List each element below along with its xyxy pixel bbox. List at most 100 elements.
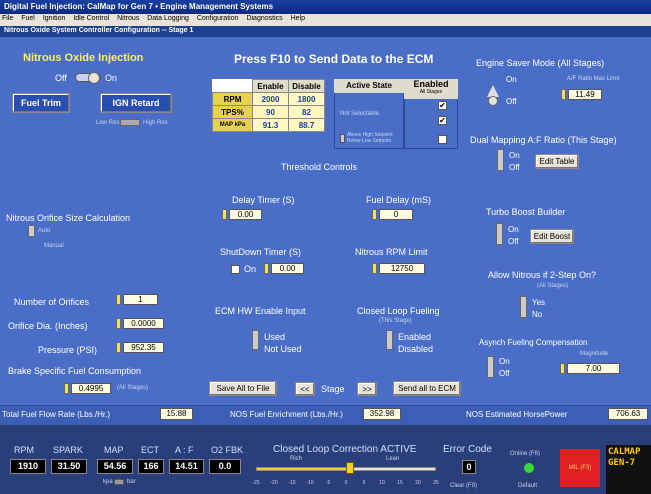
rpm-limit-field[interactable]: 12750 — [379, 263, 425, 274]
ecm-hw-used-label: Used — [264, 332, 286, 342]
scale-tick-label: -20 — [270, 480, 278, 486]
closed-loop-switch[interactable] — [386, 330, 393, 350]
gauge-af-value: 14.51 — [169, 459, 204, 474]
bar-label: bar — [127, 479, 136, 485]
auto-manual-switch[interactable] — [28, 225, 35, 237]
nos-hp-label: NOS Estimated HorsePower — [466, 410, 568, 419]
calmap-logo: CALMAP GEN-7 — [606, 445, 651, 494]
shutdown-spinner[interactable] — [264, 263, 269, 274]
kpa-label: kpa — [103, 479, 113, 485]
magnitude-label: Magnitude — [580, 351, 609, 357]
dual-map-switch[interactable] — [497, 149, 504, 171]
orifice-dia-spinner[interactable] — [116, 318, 121, 329]
two-step-switch[interactable] — [520, 296, 527, 318]
turbo-boost-switch[interactable] — [496, 223, 503, 245]
auto-label: Auto — [38, 228, 51, 234]
menu-diagnostics[interactable]: Diagnostics — [246, 15, 282, 22]
orifice-dia-field[interactable]: 0.0000 — [123, 318, 164, 329]
fuel-delay-spinner[interactable] — [372, 209, 377, 220]
rpm-disable-cell[interactable]: 1800 — [288, 92, 325, 106]
correction-fill — [257, 468, 350, 470]
next-stage-button[interactable]: >> — [357, 382, 377, 396]
default-button[interactable]: Default — [518, 483, 537, 489]
asynch-title: Asynch Fueling Compensation — [479, 338, 588, 347]
tps-enabled-checkbox[interactable]: ✔ — [438, 116, 447, 125]
closed-loop-fueling-label: Closed Loop Fueling — [357, 306, 440, 316]
unit-toggle[interactable] — [114, 479, 124, 485]
scale-tick-label: -15 — [288, 480, 296, 486]
map-disable-cell[interactable]: 88.7 — [288, 118, 325, 132]
menu-ignition[interactable]: Ignition — [43, 15, 66, 22]
engine-saver-switch[interactable] — [488, 96, 498, 106]
closed-loop-active-title: Closed Loop Correction ACTIVE — [273, 444, 417, 455]
map-enabled-checkbox[interactable] — [438, 135, 447, 144]
tps-disable-cell[interactable]: 82 — [288, 105, 325, 119]
clear-button[interactable]: Clear (F9) — [450, 483, 477, 489]
ign-retard-button[interactable]: IGN Retard — [100, 93, 172, 113]
prev-stage-button[interactable]: << — [295, 382, 315, 396]
menu-fuel[interactable]: Fuel — [21, 15, 35, 22]
asynch-switch[interactable] — [487, 356, 494, 378]
menu-nitrous[interactable]: Nitrous — [117, 15, 139, 22]
rich-label: Rich — [290, 456, 303, 462]
delay-timer-spinner[interactable] — [222, 209, 227, 220]
af-max-label: A/F Ratio Max Limit — [567, 76, 620, 82]
edit-table-button[interactable]: Edit Table — [535, 154, 579, 169]
enabled-all-stages-label: All Stages — [419, 89, 443, 95]
pressure-field[interactable]: 952.35 — [123, 342, 164, 353]
num-orifices-spinner[interactable] — [116, 294, 121, 305]
asynch-spinner[interactable] — [560, 363, 565, 374]
bsfc-label: Brake Specific Fuel Consumption — [8, 366, 142, 376]
asynch-field[interactable]: 7.00 — [567, 363, 620, 374]
turbo-off-label: Off — [508, 237, 519, 246]
bsfc-spinner[interactable] — [64, 383, 69, 394]
edit-boost-button[interactable]: Edit Boost — [530, 229, 574, 244]
above-below-label: Above High Setpoint Below Low Setpoint — [347, 132, 393, 144]
pressure-spinner[interactable] — [116, 342, 121, 353]
af-max-field[interactable]: 11.49 — [568, 89, 602, 100]
gauge-af-header: A : F — [175, 445, 194, 455]
nos-hp-value: 706.63 — [608, 408, 648, 420]
col-enable-header: Enable — [252, 79, 289, 93]
gauge-map-value: 54.56 — [97, 459, 133, 474]
orifice-dia-label: Orifice Dia. (Inches) — [8, 321, 88, 331]
manual-label: Manual — [44, 243, 64, 249]
rpm-enable-cell[interactable]: 2000 — [252, 92, 289, 106]
shutdown-on-checkbox[interactable] — [231, 265, 240, 274]
tps-enable-cell[interactable]: 90 — [252, 105, 289, 119]
menu-configuration[interactable]: Configuration — [197, 15, 239, 22]
menu-idle-control[interactable]: Idle Control — [73, 15, 109, 22]
save-all-button[interactable]: Save All to File — [209, 381, 277, 396]
shutdown-field[interactable]: 0.00 — [271, 263, 304, 274]
dual-map-title: Dual Mapping A:F Ratio (This Stage) — [470, 135, 617, 145]
fuel-delay-field[interactable]: 0 — [379, 209, 413, 220]
config-subtitle: Nitrous Oxide System Controller Configur… — [0, 26, 651, 37]
map-enable-cell[interactable]: 91.3 — [252, 118, 289, 132]
delay-timer-field[interactable]: 0.00 — [229, 209, 262, 220]
ecm-hw-label: ECM HW Enable Input — [215, 306, 306, 316]
map-state-switch[interactable] — [340, 134, 345, 143]
correction-slider-thumb[interactable] — [345, 462, 354, 474]
num-orifices-label: Number of Orifices — [14, 297, 90, 307]
send-all-button[interactable]: Send all to ECM — [393, 381, 461, 396]
num-orifices-field[interactable]: 1 — [123, 294, 158, 305]
resolution-toggle[interactable] — [120, 119, 140, 126]
ecm-hw-switch[interactable] — [252, 330, 259, 350]
nitrous-toggle[interactable] — [75, 72, 101, 84]
fuel-trim-button[interactable]: Fuel Trim — [12, 93, 70, 113]
gauge-o2-header: O2 FBK — [211, 445, 244, 455]
toggle-knob-icon — [88, 72, 100, 84]
af-max-spinner[interactable] — [561, 89, 566, 100]
menu-help[interactable]: Help — [291, 15, 305, 22]
bsfc-field[interactable]: 0.4995 — [71, 383, 111, 394]
rpm-limit-spinner[interactable] — [372, 263, 377, 274]
rpm-enabled-checkbox[interactable]: ✔ — [438, 101, 447, 110]
menu-bar: File Fuel Ignition Idle Control Nitrous … — [0, 14, 651, 26]
row-tps-label: TPS% — [212, 105, 253, 119]
menu-file[interactable]: File — [2, 15, 13, 22]
menu-data-logging[interactable]: Data Logging — [147, 15, 189, 22]
ecm-hw-not-used-label: Not Used — [264, 344, 302, 354]
mil-button[interactable]: MIL (F3) — [560, 449, 600, 487]
scale-tick-label: 10 — [379, 480, 385, 486]
fuel-flow-value: 15.88 — [160, 408, 193, 420]
